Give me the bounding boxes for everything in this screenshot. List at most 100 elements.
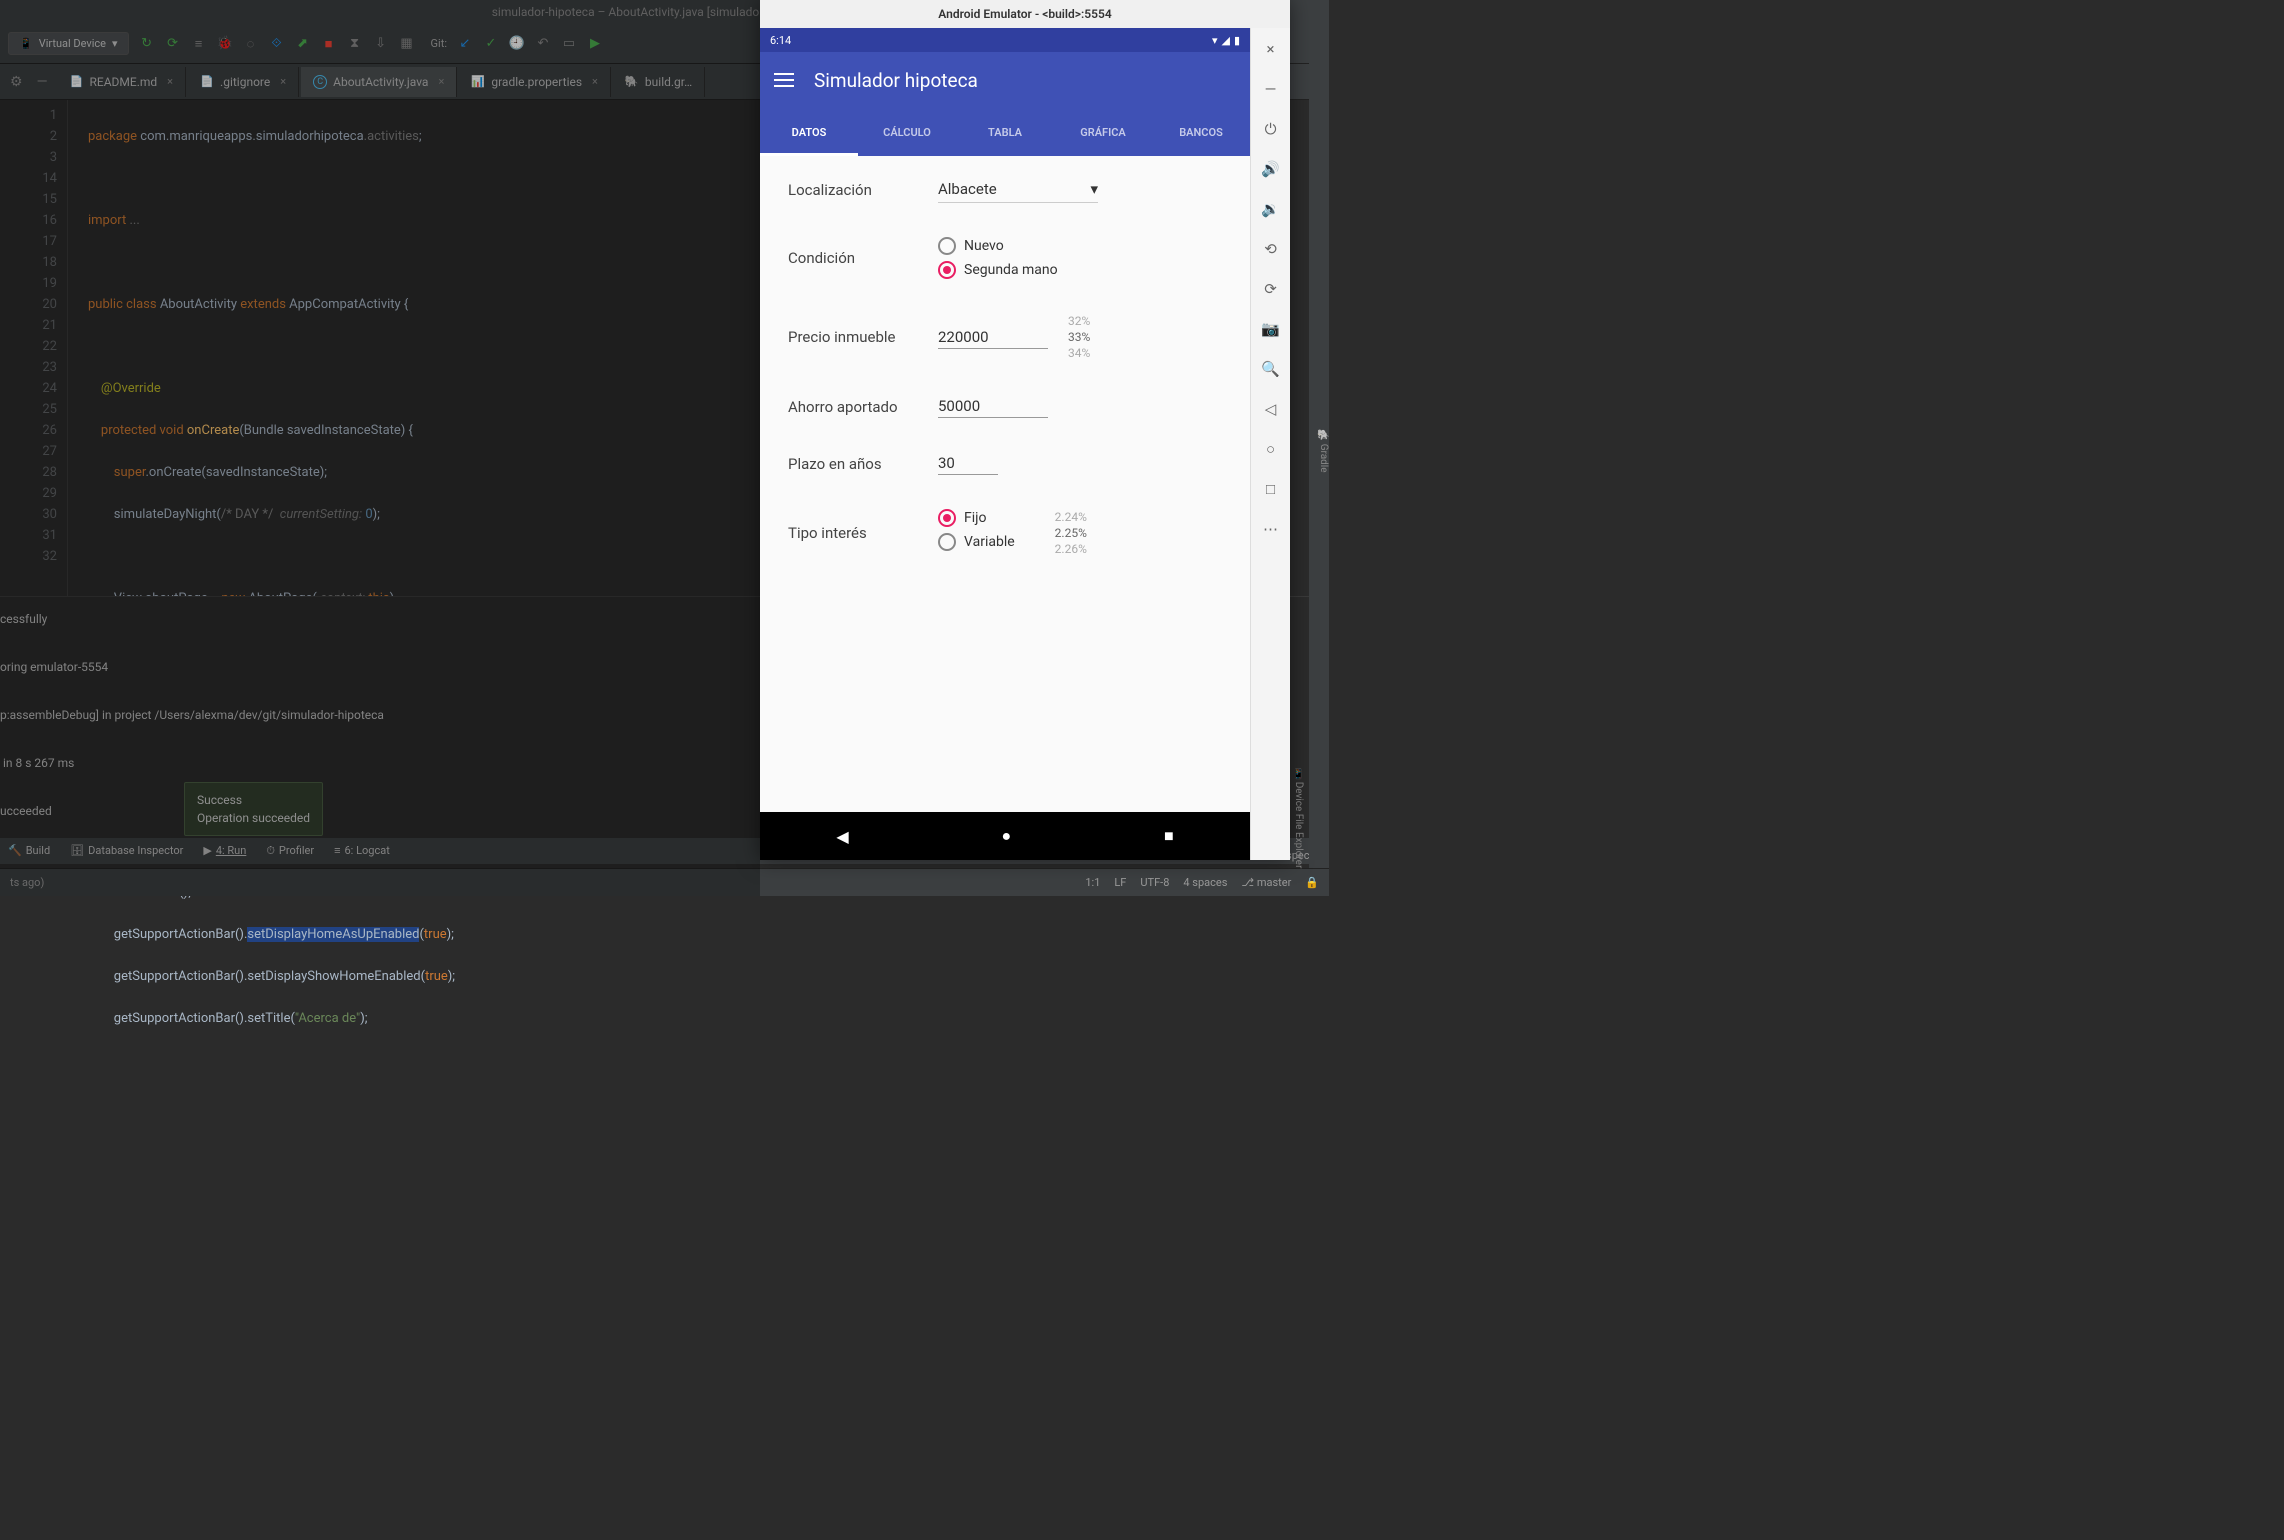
tab-readme[interactable]: 📄 README.md × — [58, 67, 187, 97]
form-area[interactable]: Localización Albacete▾ Condición Nuevo S… — [760, 156, 1250, 812]
select-location[interactable]: Albacete▾ — [938, 176, 1098, 203]
sync-icon[interactable]: ⟳ — [165, 36, 181, 52]
input-savings[interactable] — [938, 395, 1048, 418]
percent-spinner[interactable]: 32%33%34% — [1068, 313, 1090, 361]
git-commit-icon[interactable]: ✓ — [483, 36, 499, 52]
radio-fijo[interactable]: Fijo — [938, 509, 1015, 527]
emulator-titlebar[interactable]: Android Emulator - <build>:5554 — [760, 0, 1290, 28]
lock-icon[interactable]: 🔒 — [1305, 876, 1319, 889]
device-selector[interactable]: 📱 Virtual Device ▾ — [8, 32, 129, 55]
deploy-icon[interactable]: ⇩ — [373, 36, 389, 52]
emulator-controls: × — ⏻ 🔊 🔉 ⟲ ⟳ 📷 🔍 ◁ ○ □ ⋯ — [1250, 28, 1290, 860]
side-gradle[interactable]: 🐘 Gradle — [1318, 429, 1329, 473]
right-tool-strip: 🐘 Gradle 📱 Device File Explorer ▶ Emulat… — [1309, 24, 1329, 868]
file-icon: 📄 — [70, 75, 84, 89]
nav-recent-icon[interactable]: ■ — [1164, 826, 1174, 846]
rotate-left-icon[interactable]: ⟲ — [1260, 238, 1282, 260]
coverage-icon[interactable]: ⬈ — [295, 36, 311, 52]
rotate-right-icon[interactable]: ⟳ — [1260, 278, 1282, 300]
close-icon[interactable]: × — [592, 75, 598, 88]
side-device-explorer[interactable]: 📱 Device File Explorer — [1293, 767, 1304, 868]
device-label: Virtual Device — [39, 37, 106, 50]
tab-gitignore[interactable]: 📄.gitignore× — [188, 67, 299, 97]
label-location: Localización — [788, 181, 938, 199]
tab-aboutactivity[interactable]: CAboutActivity.java× — [301, 67, 457, 97]
status-lf[interactable]: LF — [1114, 876, 1126, 889]
tab-label: README.md — [90, 75, 158, 89]
tab-datos[interactable]: DATOS — [760, 108, 858, 156]
more-icon[interactable]: ⋯ — [1260, 518, 1282, 540]
menu-icon[interactable] — [774, 73, 794, 87]
format-icon[interactable]: ≡ — [191, 36, 207, 52]
zoom-icon[interactable]: 🔍 — [1260, 358, 1282, 380]
camera-icon[interactable]: 📷 — [1260, 318, 1282, 340]
tab-grafica[interactable]: GRÁFICA — [1054, 108, 1152, 156]
tool-profiler[interactable]: ⏱ Profiler — [266, 839, 314, 863]
emulator-title: Android Emulator - <build>:5554 — [938, 7, 1111, 21]
chevron-down-icon: ▾ — [1090, 180, 1098, 198]
app-tabs: DATOS CÁLCULO TABLA GRÁFICA BANCOS — [760, 108, 1250, 156]
debug-icon[interactable]: ◌ — [243, 36, 259, 52]
tool-db[interactable]: 🗄 Database Inspector — [70, 839, 183, 863]
status-time: 6:14 — [770, 34, 791, 47]
tab-calculo[interactable]: CÁLCULO — [858, 108, 956, 156]
emu-overview-icon[interactable]: □ — [1260, 478, 1282, 500]
close-icon[interactable]: × — [167, 75, 173, 88]
radio-nuevo[interactable]: Nuevo — [938, 237, 1222, 255]
reload-icon[interactable]: ↻ — [139, 36, 155, 52]
status-branch[interactable]: ⎇ master — [1241, 876, 1291, 889]
status-left: ts ago) — [10, 876, 44, 889]
radio-segunda-mano[interactable]: Segunda mano — [938, 261, 1222, 279]
minimize-panel-icon[interactable]: — — [37, 74, 48, 90]
volume-up-icon[interactable]: 🔊 — [1260, 158, 1282, 180]
volume-down-icon[interactable]: 🔉 — [1260, 198, 1282, 220]
close-emulator-icon[interactable]: × — [1260, 38, 1282, 60]
nav-home-icon[interactable]: ● — [1001, 826, 1011, 846]
layout-icon[interactable]: ▭ — [561, 36, 577, 52]
tab-gradleprops[interactable]: 📊gradle.properties× — [459, 67, 611, 97]
undo-icon[interactable]: ↶ — [535, 36, 551, 52]
tool-build[interactable]: 🔨 Build — [8, 839, 50, 863]
minimize-emulator-icon[interactable]: — — [1260, 78, 1282, 100]
battery-icon: ▮ — [1234, 34, 1240, 47]
status-caret[interactable]: 1:1 — [1085, 876, 1100, 889]
status-indent[interactable]: 4 spaces — [1183, 876, 1227, 889]
status-encoding[interactable]: UTF-8 — [1140, 876, 1169, 889]
bug-icon[interactable]: 🐞 — [217, 36, 233, 52]
tab-tabla[interactable]: TABLA — [956, 108, 1054, 156]
stop-icon[interactable]: ■ — [321, 36, 337, 52]
input-price[interactable] — [938, 326, 1048, 349]
tab-label: build.gr… — [645, 75, 692, 89]
avd-icon[interactable]: ▦ — [399, 36, 415, 52]
tool-logcat[interactable]: ≡ 6: Logcat — [334, 839, 390, 863]
power-icon[interactable]: ⏻ — [1260, 118, 1282, 140]
line-gutter: 1231415161718192021222324252627282930313… — [0, 100, 68, 596]
device-icon: 📱 — [19, 37, 33, 50]
label-term: Plazo en años — [788, 455, 938, 473]
file-icon: 🐘 — [625, 75, 639, 89]
rate-spinner[interactable]: 2.24%2.25%2.26% — [1055, 509, 1087, 557]
app-bar: Simulador hipoteca — [760, 52, 1250, 108]
close-icon[interactable]: × — [438, 75, 444, 88]
settings-icon[interactable]: ⚙ — [10, 74, 23, 90]
nav-back-icon[interactable]: ◀ — [836, 827, 848, 846]
profiler-icon[interactable]: ⧗ — [347, 36, 363, 52]
play-icon[interactable]: ▶ — [587, 36, 603, 52]
attach-icon[interactable]: ⟐ — [269, 36, 285, 52]
git-pull-icon[interactable]: ↙ — [457, 36, 473, 52]
chevron-down-icon: ▾ — [112, 37, 118, 50]
tab-buildgradle[interactable]: 🐘 build.gr… — [613, 67, 705, 97]
tab-label: gradle.properties — [491, 75, 582, 89]
emu-home-icon[interactable]: ○ — [1260, 438, 1282, 460]
label-price: Precio inmueble — [788, 328, 938, 346]
tool-run[interactable]: ▶ 4: Run — [203, 839, 246, 863]
success-tooltip: Success Operation succeeded — [184, 782, 323, 836]
emu-back-icon[interactable]: ◁ — [1260, 398, 1282, 420]
tab-bancos[interactable]: BANCOS — [1152, 108, 1250, 156]
class-icon: C — [313, 75, 327, 89]
label-rate: Tipo interés — [788, 524, 938, 542]
radio-variable[interactable]: Variable — [938, 533, 1015, 551]
git-history-icon[interactable]: 🕘 — [509, 36, 525, 52]
input-term[interactable] — [938, 452, 998, 475]
close-icon[interactable]: × — [280, 75, 286, 88]
